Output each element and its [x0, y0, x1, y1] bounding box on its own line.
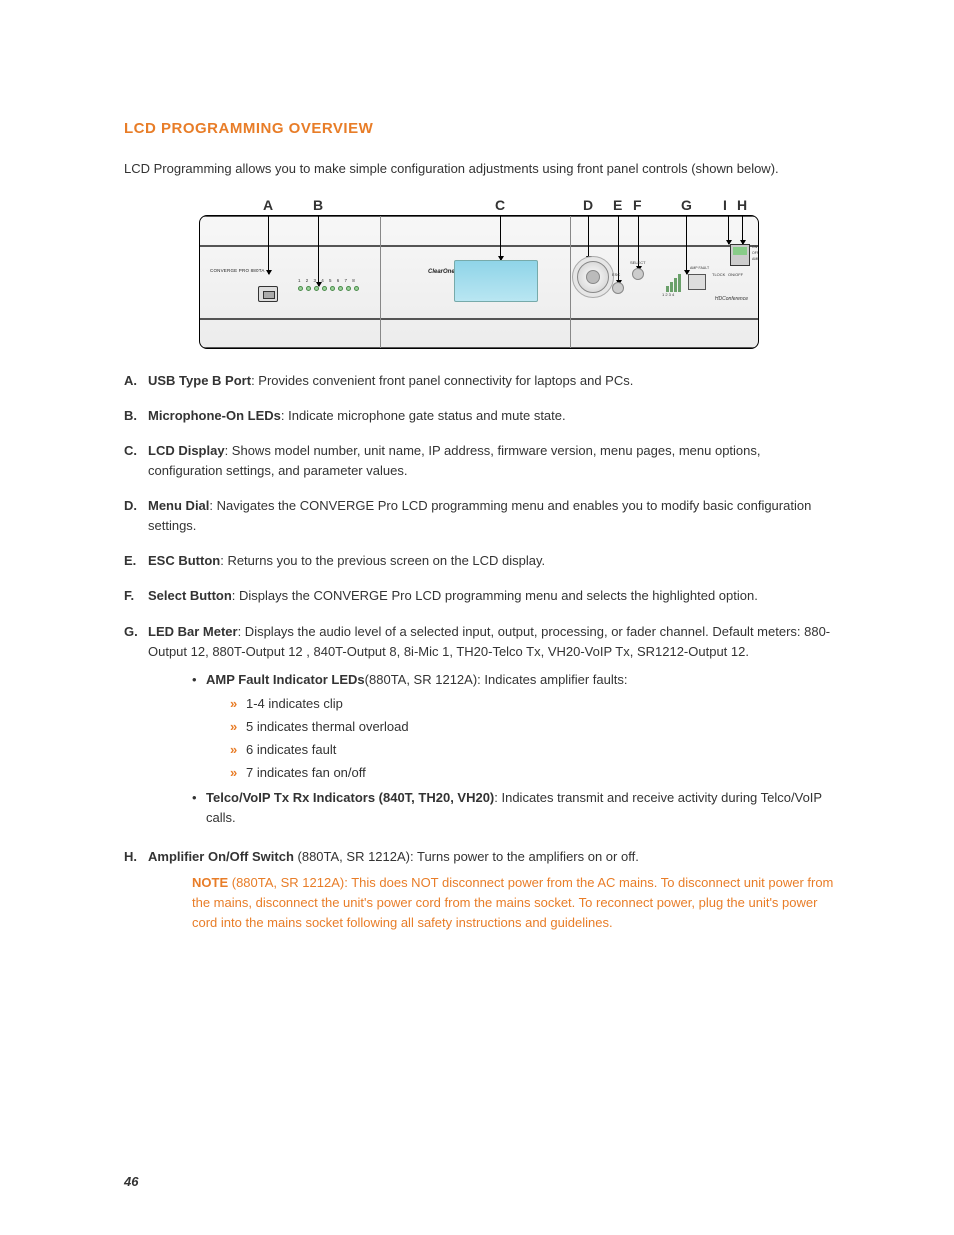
amp-switch-icon	[730, 244, 750, 266]
item-desc: : Shows model number, unit name, IP addr…	[148, 443, 761, 478]
item-letter: E.	[124, 551, 148, 571]
label-e: E	[613, 197, 622, 213]
sub-bullet: Telco/VoIP Tx Rx Indicators (840T, TH20,…	[192, 788, 834, 828]
arrow-h	[742, 215, 743, 244]
label-b: B	[313, 197, 323, 213]
item-letter: H.	[124, 847, 148, 934]
item-desc: : Displays the audio level of a selected…	[148, 624, 830, 659]
sub-bullet: AMP Fault Indicator LEDs(880TA, SR 1212A…	[192, 670, 834, 784]
tlock-box-icon	[688, 274, 706, 290]
item-term: Microphone-On LEDs	[148, 408, 281, 423]
item-term: LCD Display	[148, 443, 225, 458]
sub-sub-item: 6 indicates fault	[230, 740, 834, 760]
section-title: LCD PROGRAMMING OVERVIEW	[124, 120, 834, 137]
item-g: G. LED Bar Meter: Displays the audio lev…	[124, 622, 834, 832]
sub-sub-item: 7 indicates fan on/off	[230, 763, 834, 783]
amp-fault-label: AMP FAULT	[690, 266, 709, 270]
item-desc: : Indicate microphone gate status and mu…	[281, 408, 566, 423]
device-illustration: CONVERGE PRO 880TA 1 2 3 4 5 6 7 8 Clear…	[199, 215, 759, 349]
note-label: NOTE	[192, 875, 228, 890]
item-desc: : Displays the CONVERGE Pro LCD programm…	[232, 588, 758, 603]
item-e: E. ESC Button: Returns you to the previo…	[124, 551, 834, 571]
intro-paragraph: LCD Programming allows you to make simpl…	[124, 159, 834, 179]
item-b: B. Microphone-On LEDs: Indicate micropho…	[124, 406, 834, 426]
document-page: LCD PROGRAMMING OVERVIEW LCD Programming…	[0, 0, 954, 1235]
mic-led-numbers: 1 2 3 4 5 6 7 8	[298, 278, 357, 283]
label-c: C	[495, 197, 505, 213]
arrow-i	[728, 215, 729, 244]
arrow-b	[318, 215, 319, 286]
page-number: 46	[124, 1174, 138, 1189]
item-c: C. LCD Display: Shows model number, unit…	[124, 441, 834, 481]
arrow-g	[686, 215, 687, 274]
sub-sub-item: 1-4 indicates clip	[230, 694, 834, 714]
bar-meter-icon	[666, 272, 681, 292]
label-f: F	[633, 197, 642, 213]
arrow-c	[500, 215, 501, 260]
item-letter: F.	[124, 586, 148, 606]
sub-sub-item: 5 indicates thermal overload	[230, 717, 834, 737]
amp-switch-labels: ON OFF AMP	[752, 244, 759, 263]
label-h: H	[737, 197, 747, 213]
label-d: D	[583, 197, 593, 213]
label-a: A	[263, 197, 273, 213]
item-term: Amplifier On/Off Switch	[148, 849, 294, 864]
amp-word-label: AMP	[752, 256, 759, 262]
diagram-labels-row: A B C D E F G I H	[199, 197, 759, 215]
bar-meter-nums: 1 2 3 4	[662, 292, 674, 297]
item-letter: D.	[124, 496, 148, 536]
item-letter: G.	[124, 622, 148, 832]
label-g: G	[681, 197, 692, 213]
item-a: A. USB Type B Port: Provides convenient …	[124, 371, 834, 391]
hdconference-label: HDConference	[715, 296, 748, 302]
select-button-icon	[632, 268, 644, 280]
usb-port-icon	[258, 286, 278, 302]
sub-desc: (880TA, SR 1212A): Indicates amplifier f…	[365, 672, 628, 687]
tlock-label: TLOCK	[712, 272, 725, 277]
item-term: USB Type B Port	[148, 373, 251, 388]
esc-button-icon	[612, 282, 624, 294]
lcd-display-icon	[454, 260, 538, 302]
sub-bullet-list: AMP Fault Indicator LEDs(880TA, SR 1212A…	[192, 670, 834, 828]
item-term: Menu Dial	[148, 498, 209, 513]
menu-dial-center-icon	[586, 270, 600, 284]
item-desc: : Returns you to the previous screen on …	[220, 553, 545, 568]
arrow-d	[588, 215, 589, 260]
mic-leds-icon	[298, 286, 359, 291]
select-label: SELECT	[630, 260, 646, 265]
onoff-label: ON/OFF	[728, 272, 743, 277]
arrow-a	[268, 215, 269, 274]
sub-term: AMP Fault Indicator LEDs	[206, 672, 365, 687]
item-term: ESC Button	[148, 553, 220, 568]
definition-list: A. USB Type B Port: Provides convenient …	[124, 371, 834, 934]
item-desc: : Navigates the CONVERGE Pro LCD program…	[148, 498, 811, 533]
item-letter: C.	[124, 441, 148, 481]
item-desc: (880TA, SR 1212A): Turns power to the am…	[294, 849, 639, 864]
front-panel-diagram: A B C D E F G I H CONVERGE PRO 880T	[199, 197, 759, 349]
item-letter: B.	[124, 406, 148, 426]
note-block: NOTE (880TA, SR 1212A): This does NOT di…	[192, 873, 834, 933]
product-label: CONVERGE PRO 880TA	[210, 268, 265, 273]
sub-sub-list: 1-4 indicates clip 5 indicates thermal o…	[230, 694, 834, 784]
item-h: H. Amplifier On/Off Switch (880TA, SR 12…	[124, 847, 834, 934]
item-f: F. Select Button: Displays the CONVERGE …	[124, 586, 834, 606]
esc-label: ESC	[612, 272, 620, 277]
item-term: LED Bar Meter	[148, 624, 238, 639]
item-letter: A.	[124, 371, 148, 391]
note-body: (880TA, SR 1212A): This does NOT disconn…	[192, 875, 833, 930]
item-term: Select Button	[148, 588, 232, 603]
item-desc: : Provides convenient front panel connec…	[251, 373, 633, 388]
brand-label: ClearOne	[428, 269, 455, 275]
item-d: D. Menu Dial: Navigates the CONVERGE Pro…	[124, 496, 834, 536]
sub-term: Telco/VoIP Tx Rx Indicators (840T, TH20,…	[206, 790, 494, 805]
label-i: I	[723, 197, 727, 213]
